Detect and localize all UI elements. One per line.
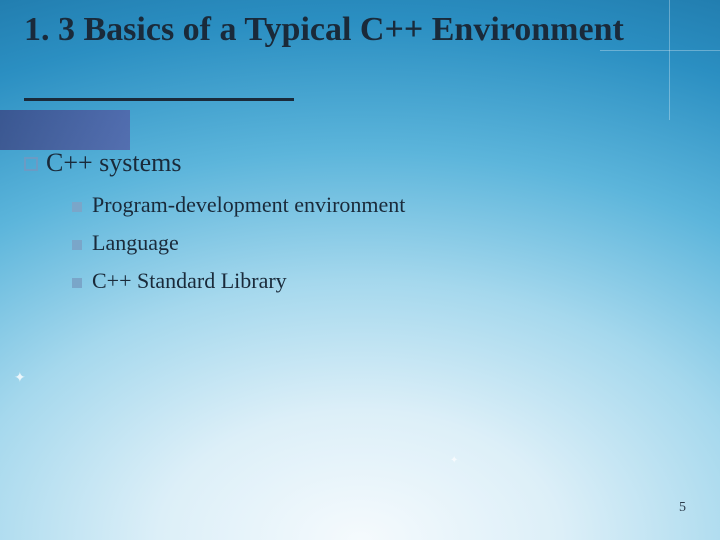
bullet-level2: Program-development environment (72, 192, 680, 218)
square-bullet-icon (72, 278, 82, 288)
bullet-level2-text: Program-development environment (92, 192, 405, 218)
bullet-level2-text: C++ Standard Library (92, 268, 287, 294)
sparkle-icon: ✦ (14, 370, 26, 387)
square-bullet-icon (72, 202, 82, 212)
bullet-level2: Language (72, 230, 680, 256)
page-number: 5 (679, 500, 686, 516)
bullet-level1-text: C++ systems (46, 148, 182, 178)
square-bullet-icon (24, 157, 38, 171)
title-underline (24, 98, 294, 101)
bullet-level2-text: Language (92, 230, 179, 256)
sub-bullets: Program-development environment Language… (72, 192, 680, 294)
slide-title: 1. 3 Basics of a Typical C++ Environment (24, 10, 660, 51)
content-area: C++ systems Program-development environm… (24, 148, 680, 306)
accent-box (0, 110, 130, 150)
slide: 1. 3 Basics of a Typical C++ Environment… (0, 0, 720, 540)
sparkle-icon: ✦ (450, 455, 458, 466)
bullet-level2: C++ Standard Library (72, 268, 680, 294)
bullet-level1: C++ systems (24, 148, 680, 178)
square-bullet-icon (72, 240, 82, 250)
